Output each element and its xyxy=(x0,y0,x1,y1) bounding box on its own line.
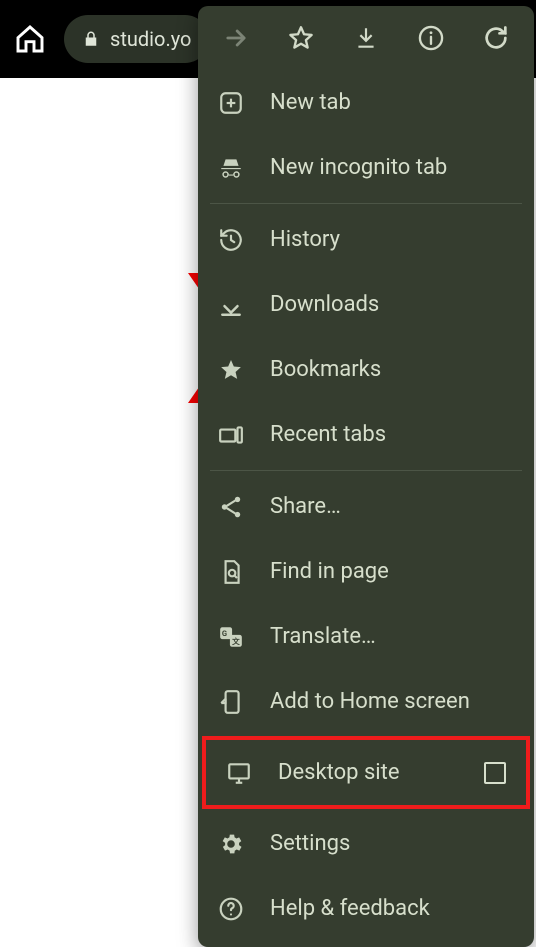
menu-label: New incognito tab xyxy=(270,155,514,180)
help-icon xyxy=(218,896,244,922)
translate-icon: G文 xyxy=(218,624,244,650)
lock-icon xyxy=(82,29,98,49)
settings-icon xyxy=(218,831,244,857)
menu-item-translate[interactable]: G文 Translate… xyxy=(198,604,534,669)
menu-label: Add to Home screen xyxy=(270,689,514,714)
share-icon xyxy=(218,494,244,520)
menu-label: Recent tabs xyxy=(270,422,514,447)
menu-label: Help & feedback xyxy=(270,896,514,921)
menu-item-share[interactable]: Share… xyxy=(198,474,534,539)
new-tab-icon xyxy=(218,90,244,116)
url-text: studio.yo xyxy=(110,27,191,51)
incognito-icon xyxy=(218,155,244,181)
url-bar[interactable]: studio.yo xyxy=(64,15,209,63)
menu-item-recent-tabs[interactable]: Recent tabs xyxy=(198,402,534,467)
menu-item-downloads[interactable]: Downloads xyxy=(198,272,534,337)
menu-label: Settings xyxy=(270,831,514,856)
menu-item-desktop-site[interactable]: Desktop site xyxy=(206,740,526,805)
desktop-icon xyxy=(226,760,252,786)
menu-action-row xyxy=(198,6,534,70)
menu-item-add-home[interactable]: Add to Home screen xyxy=(198,669,534,734)
menu-label: Bookmarks xyxy=(270,357,514,382)
home-icon[interactable] xyxy=(14,23,46,55)
downloads-icon xyxy=(218,292,244,318)
menu-divider xyxy=(210,203,522,204)
find-icon xyxy=(218,559,244,585)
bookmark-star-icon[interactable] xyxy=(273,10,329,66)
menu-item-settings[interactable]: Settings xyxy=(198,811,534,876)
download-icon[interactable] xyxy=(338,10,394,66)
menu-label: New tab xyxy=(270,90,514,115)
menu-label: Desktop site xyxy=(278,760,458,785)
refresh-icon[interactable] xyxy=(468,10,524,66)
menu-item-new-tab[interactable]: New tab xyxy=(198,70,534,135)
menu-label: Translate… xyxy=(270,624,514,649)
recent-tabs-icon xyxy=(218,422,244,448)
forward-icon[interactable] xyxy=(208,10,264,66)
info-icon[interactable] xyxy=(403,10,459,66)
menu-label: Share… xyxy=(270,494,514,519)
svg-text:文: 文 xyxy=(232,636,240,646)
menu-item-history[interactable]: History xyxy=(198,207,534,272)
menu-item-find[interactable]: Find in page xyxy=(198,539,534,604)
annotation-highlight: Desktop site xyxy=(202,736,530,809)
menu-label: History xyxy=(270,227,514,252)
desktop-site-checkbox[interactable] xyxy=(484,762,506,784)
menu-item-help[interactable]: Help & feedback xyxy=(198,876,534,941)
menu-label: Downloads xyxy=(270,292,514,317)
history-icon xyxy=(218,227,244,253)
menu-item-bookmarks[interactable]: Bookmarks xyxy=(198,337,534,402)
menu-item-incognito[interactable]: New incognito tab xyxy=(198,135,534,200)
menu-label: Find in page xyxy=(270,559,514,584)
svg-text:G: G xyxy=(222,628,227,637)
bookmarks-icon xyxy=(218,357,244,383)
browser-overflow-menu: New tab New incognito tab History Downlo… xyxy=(198,6,534,947)
menu-divider xyxy=(210,470,522,471)
add-home-icon xyxy=(218,689,244,715)
